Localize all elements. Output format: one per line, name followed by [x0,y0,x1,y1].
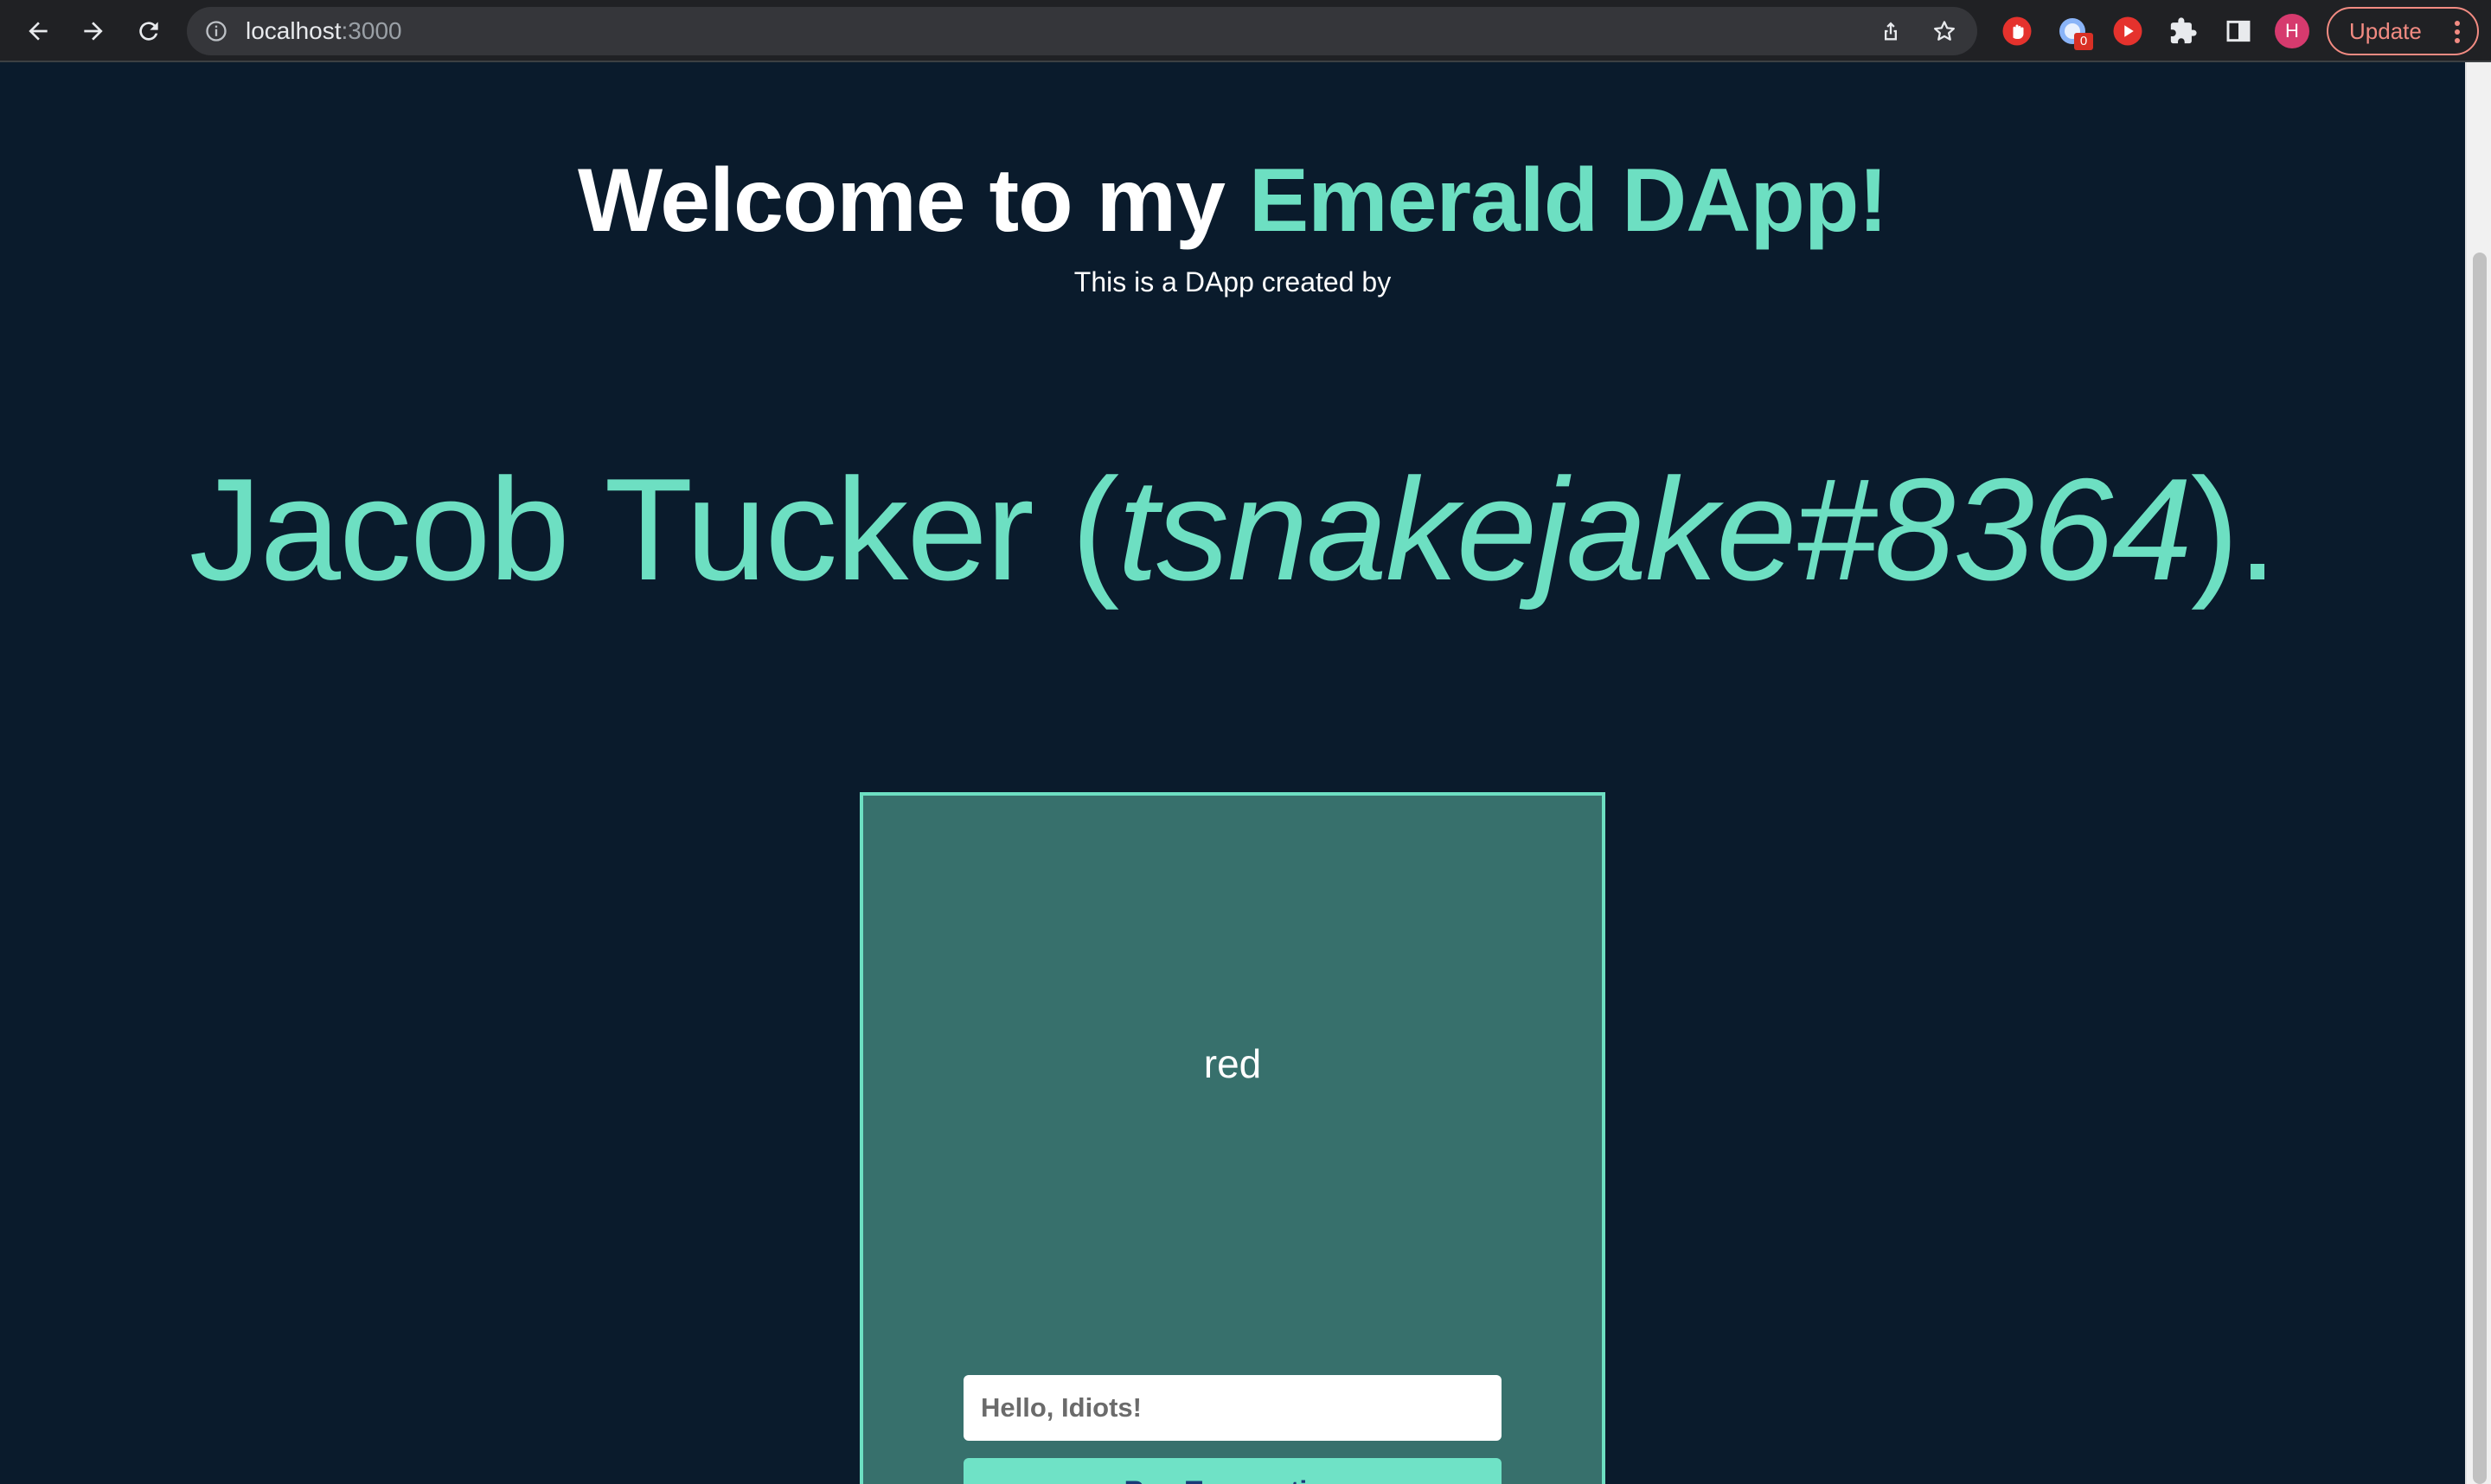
author-handle: tsnakejake#8364 [1117,448,2192,611]
page-viewport: Welcome to my Emerald DApp! This is a DA… [0,62,2465,1484]
share-icon [1885,22,1897,41]
extension-badge: 0 [2074,33,2093,50]
reload-button[interactable] [126,9,171,54]
bookmark-button[interactable] [1929,16,1960,47]
url-text[interactable]: localhost:3000 [246,17,402,45]
side-panel-button[interactable] [2219,12,2257,50]
greeting-card: red Run Transaction [860,792,1605,1484]
back-arrow-icon [29,22,48,41]
side-panel-icon [2226,20,2251,42]
back-button[interactable] [16,9,61,54]
extension-play-button[interactable] [2109,12,2147,50]
title-accent: Emerald DApp! [1248,150,1888,251]
card-value-text: red [1203,1041,1262,1086]
address-bar[interactable]: localhost:3000 [187,7,1977,55]
scrollbar-thumb[interactable] [2473,253,2487,1484]
share-button[interactable] [1875,16,1906,47]
page-subtitle: This is a DApp created by [1073,266,1392,297]
update-label: Update [2349,17,2422,44]
extension-play-icon [2113,16,2142,46]
author-credit: Jacob Tucker (tsnakejake#8364). [0,443,2465,616]
reload-icon [139,22,158,41]
extensions-button[interactable] [2164,12,2202,50]
browser-toolbar: localhost:3000 0 H Update [0,0,2491,62]
author-name: Jacob Tucker ( [189,448,1120,611]
kebab-menu-icon[interactable] [2455,21,2460,43]
update-button[interactable]: Update [2327,7,2479,55]
page-title: Welcome to my Emerald DApp! [0,145,2465,256]
extension-globe-button[interactable]: 0 [2053,12,2093,50]
profile-avatar[interactable]: H [2275,14,2309,48]
title-prefix: Welcome to my [577,150,1249,251]
run-transaction-button[interactable]: Run Transaction [964,1458,1502,1484]
puzzle-icon [2170,17,2197,44]
extension-hand-button[interactable] [1998,12,2036,50]
author-suffix: ). [2190,448,2278,611]
forward-button[interactable] [71,9,116,54]
info-icon[interactable] [204,19,228,43]
forward-arrow-icon [84,22,103,41]
scrollbar[interactable] [2465,62,2491,1484]
url-host: localhost [246,17,342,44]
greeting-input[interactable] [964,1375,1502,1441]
bookmark-star-icon [1934,21,1955,41]
url-port: :3000 [341,17,402,44]
extension-hand-icon [2002,16,2032,46]
